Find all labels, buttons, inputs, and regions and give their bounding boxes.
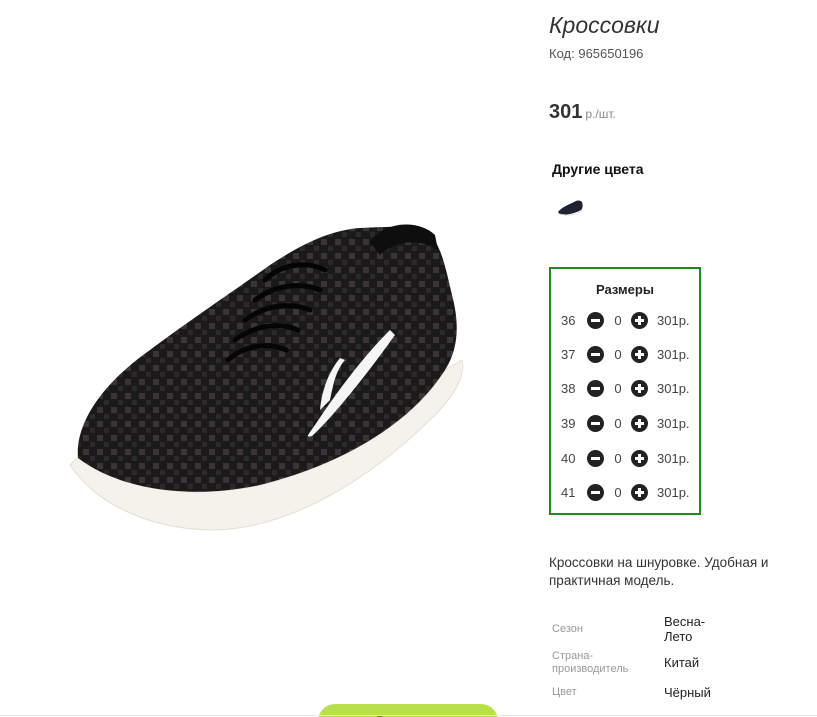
price-unit: р./шт. <box>585 107 616 121</box>
product-title: Кроссовки <box>549 12 660 38</box>
spec-value: Китай <box>664 655 700 670</box>
price-value: 301 <box>549 101 583 123</box>
minus-circle-icon[interactable] <box>587 450 604 467</box>
spec-value: Чёрный <box>664 685 711 700</box>
size-row-41: 41 0 301р. <box>551 483 699 503</box>
size-quantity: 0 <box>614 313 622 328</box>
size-quantity: 0 <box>614 416 622 431</box>
size-quantity: 0 <box>614 485 622 500</box>
plus-circle-icon[interactable] <box>631 484 648 501</box>
size-quantity: 0 <box>614 381 622 396</box>
bottom-divider <box>0 715 817 716</box>
size-price: 301р. <box>657 485 690 500</box>
plus-circle-icon[interactable] <box>631 312 648 329</box>
spec-value: Весна-Лето <box>664 614 706 644</box>
size-row-38: 38 0 301р. <box>551 379 699 399</box>
minus-circle-icon[interactable] <box>587 415 604 432</box>
size-price: 301р. <box>657 313 690 328</box>
minus-circle-icon[interactable] <box>587 380 604 397</box>
size-price: 301р. <box>657 416 690 431</box>
size-row-40: 40 0 301р. <box>551 449 699 469</box>
color-thumbnail-black[interactable] <box>556 196 584 218</box>
sizes-title: Размеры <box>596 282 654 297</box>
product-code: Код: 965650196 <box>549 46 643 61</box>
size-number: 36 <box>561 313 576 328</box>
sizes-box: Размеры 36 0 301р. 37 0 301р. 38 0 301р.… <box>549 267 701 515</box>
plus-circle-icon[interactable] <box>631 346 648 363</box>
plus-circle-icon[interactable] <box>631 380 648 397</box>
other-colors-title: Другие цвета <box>552 161 644 177</box>
size-quantity: 0 <box>614 347 622 362</box>
size-number: 38 <box>561 381 576 396</box>
spec-label: Цвет <box>552 686 577 698</box>
size-row-36: 36 0 301р. <box>551 311 699 331</box>
size-price: 301р. <box>657 381 690 396</box>
product-image <box>69 224 464 531</box>
product-image-area: В корзину <box>0 0 540 717</box>
size-number: 41 <box>561 485 576 500</box>
plus-circle-icon[interactable] <box>631 450 648 467</box>
size-price: 301р. <box>657 347 690 362</box>
minus-circle-icon[interactable] <box>587 346 604 363</box>
size-number: 37 <box>561 347 576 362</box>
size-quantity: 0 <box>614 451 622 466</box>
product-code-label: Код: <box>549 46 575 61</box>
product-price: 301 р./шт. <box>549 101 616 124</box>
minus-circle-icon[interactable] <box>587 484 604 501</box>
size-row-39: 39 0 301р. <box>551 414 699 434</box>
size-price: 301р. <box>657 451 690 466</box>
spec-label: Страна-производитель <box>552 650 629 675</box>
product-code-value: 965650196 <box>578 46 644 61</box>
product-description: Кроссовки на шнуровке. Удобная и практич… <box>549 555 769 588</box>
size-number: 39 <box>561 416 576 431</box>
size-row-37: 37 0 301р. <box>551 345 699 365</box>
minus-circle-icon[interactable] <box>587 312 604 329</box>
spec-label: Сезон <box>552 623 583 635</box>
plus-circle-icon[interactable] <box>631 415 648 432</box>
size-number: 40 <box>561 451 576 466</box>
